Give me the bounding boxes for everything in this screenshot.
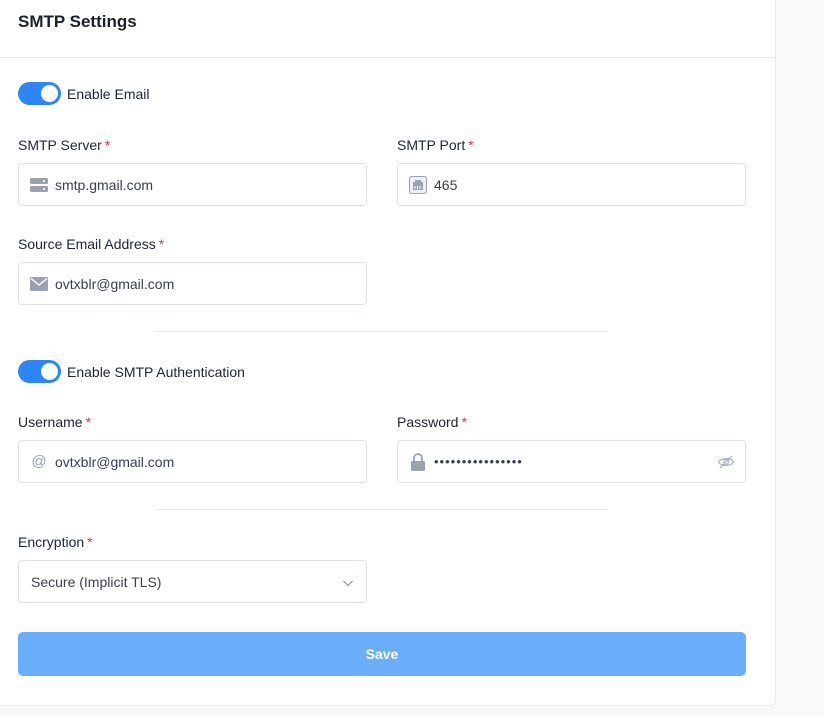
username-label: Username *: [18, 414, 91, 430]
required-marker: *: [468, 137, 474, 153]
smtp-server-label: SMTP Server *: [18, 137, 110, 153]
section-divider: [155, 331, 608, 332]
enable-auth-row: Enable SMTP Authentication: [18, 360, 245, 383]
smtp-server-value: smtp.gmail.com: [55, 176, 154, 193]
card-title: SMTP Settings: [18, 12, 137, 31]
encryption-select[interactable]: Secure (Implicit TLS): [18, 560, 367, 603]
required-marker: *: [104, 137, 111, 153]
source-email-label: Source Email Address *: [18, 236, 164, 252]
save-button[interactable]: Save: [18, 632, 746, 676]
enable-auth-label: Enable SMTP Authentication: [67, 363, 245, 380]
at-icon: @: [31, 453, 47, 470]
password-input[interactable]: ••••••••••••••••: [397, 440, 746, 483]
password-label-text: Password: [397, 414, 459, 430]
smtp-server-label-text: SMTP Server: [18, 137, 102, 153]
required-marker: *: [461, 414, 467, 430]
username-label-text: Username: [18, 414, 83, 430]
required-marker: *: [87, 534, 93, 550]
encryption-label-text: Encryption: [18, 534, 85, 550]
smtp-port-label: SMTP Port *: [397, 137, 474, 153]
smtp-port-input[interactable]: 465: [397, 163, 746, 206]
source-email-label-text: Source Email Address: [18, 236, 156, 252]
smtp-port-value: 465: [434, 176, 458, 193]
toggle-knob: [41, 363, 58, 380]
section-divider: [155, 509, 608, 510]
envelope-icon: [29, 274, 49, 294]
server-icon: [29, 175, 49, 195]
smtp-port-label-text: SMTP Port: [397, 137, 466, 153]
smtp-settings-card: SMTP Settings Enable Email SMTP Server * …: [0, 0, 776, 706]
password-value: ••••••••••••••••: [434, 454, 523, 469]
enable-email-row: Enable Email: [18, 82, 150, 105]
required-marker: *: [85, 414, 92, 430]
encryption-selected-value: Secure (Implicit TLS): [31, 573, 162, 590]
ethernet-port-icon: [408, 175, 428, 195]
username-value: ovtxblr@gmail.com: [55, 453, 175, 470]
toggle-knob: [41, 85, 58, 102]
encryption-label: Encryption *: [18, 534, 93, 550]
smtp-server-input[interactable]: smtp.gmail.com: [18, 163, 367, 206]
eye-slash-icon[interactable]: [717, 453, 735, 471]
enable-auth-toggle[interactable]: [18, 360, 61, 383]
password-label: Password *: [397, 414, 467, 430]
chevron-down-icon: [342, 576, 354, 588]
enable-email-label: Enable Email: [67, 85, 150, 102]
card-header: SMTP Settings: [0, 0, 775, 58]
source-email-input[interactable]: ovtxblr@gmail.com: [18, 262, 367, 305]
required-marker: *: [158, 236, 165, 252]
enable-email-toggle[interactable]: [18, 82, 61, 105]
username-input[interactable]: @ ovtxblr@gmail.com: [18, 440, 367, 483]
lock-icon: [408, 452, 428, 472]
source-email-value: ovtxblr@gmail.com: [55, 275, 175, 292]
